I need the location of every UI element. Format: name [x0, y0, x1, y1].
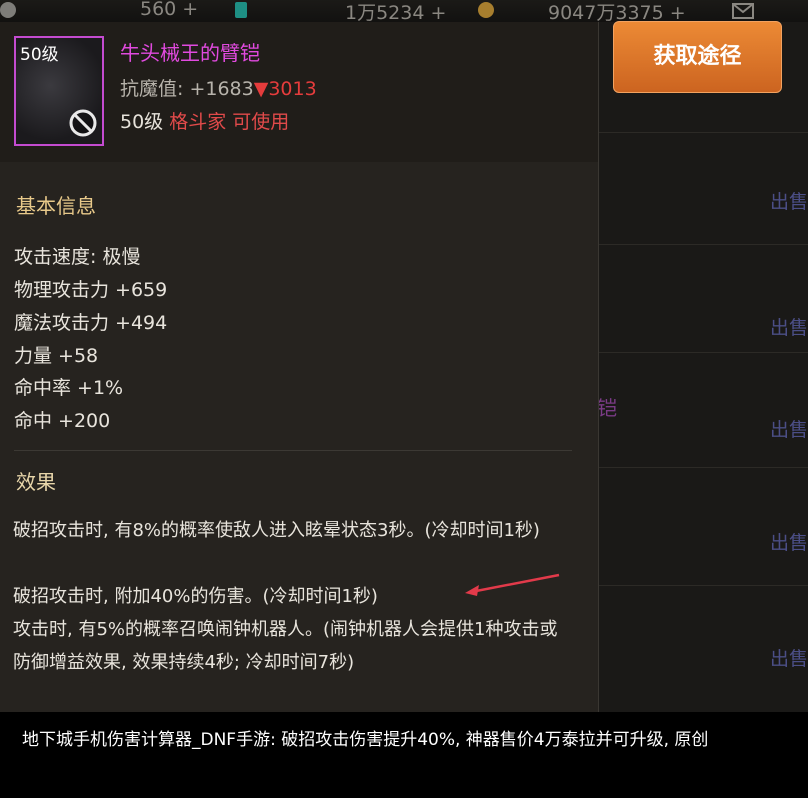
- gem-icon: [235, 1, 247, 18]
- add-currency-1-button[interactable]: +: [182, 0, 198, 20]
- sell-button[interactable]: 出售: [770, 313, 808, 340]
- list-item[interactable]: 出售: [590, 244, 808, 353]
- list-item[interactable]: 出售: [590, 585, 808, 706]
- section-divider: [14, 450, 572, 451]
- background-item-name-fragment: 铠: [597, 396, 617, 420]
- caption-bar: 地下城手机伤害计算器_DNF手游: 破招攻击伤害提升40%, 神器售价4万泰拉并…: [0, 712, 808, 798]
- list-item[interactable]: 出售: [590, 467, 808, 586]
- item-level-badge: 50级: [20, 45, 59, 65]
- currency-coin-slot: [0, 0, 22, 20]
- sell-button[interactable]: 出售: [770, 415, 808, 442]
- stat-hit: 命中 +200: [14, 410, 111, 432]
- sell-button[interactable]: 出售: [770, 187, 808, 214]
- item-header: 50级 牛头械王的臂铠 抗魔值: +1683▼3013 50级 格斗家 可使用: [0, 22, 598, 162]
- required-level: 50级: [120, 111, 164, 133]
- effects-title: 效果: [16, 470, 56, 494]
- resist-value: 抗魔值: +1683: [120, 78, 254, 100]
- required-class: 格斗家 可使用: [169, 111, 290, 133]
- currency-gold-slot: [478, 0, 500, 20]
- sell-button[interactable]: 出售: [770, 528, 808, 555]
- list-item[interactable]: 出售: [590, 352, 808, 468]
- currency-2-value: 1万5234: [345, 2, 425, 24]
- background-item-list: 出售 出售 出售 出售 出售: [590, 22, 808, 712]
- currency-gem-slot: [235, 0, 253, 20]
- caption-text: 地下城手机伤害计算器_DNF手游: 破招攻击伤害提升40%, 神器售价4万泰拉并…: [22, 730, 709, 750]
- sell-button[interactable]: 出售: [770, 644, 808, 671]
- coin-icon: [0, 1, 16, 18]
- gold-icon: [478, 1, 494, 18]
- list-item[interactable]: 出售: [590, 132, 808, 245]
- stat-attack-speed: 攻击速度: 极慢: [14, 246, 141, 268]
- annotation-arrow-icon: [465, 573, 560, 596]
- currency-1-value: 560: [140, 0, 177, 20]
- currency-1: 560 +: [140, 0, 198, 20]
- stat-hit-rate: 命中率 +1%: [14, 377, 124, 399]
- item-name: 牛头械王的臂铠: [120, 41, 260, 65]
- item-requirement: 50级 格斗家 可使用: [120, 107, 289, 134]
- basic-info-title: 基本信息: [16, 194, 96, 218]
- stat-strength: 力量 +58: [14, 345, 99, 367]
- item-detail-popup: 50级 牛头械王的臂铠 抗魔值: +1683▼3013 50级 格斗家 可使用 …: [0, 22, 599, 712]
- currency-bar: 560 + 1万5234 + 9047万3375 +: [0, 0, 808, 24]
- effect-line: 破招攻击时, 有8%的概率使敌人进入眩晕状态3秒。(冷却时间1秒): [13, 520, 540, 541]
- item-resist: 抗魔值: +1683▼3013: [120, 74, 317, 101]
- resist-compare-down: ▼3013: [253, 78, 317, 100]
- get-source-button[interactable]: 获取途径: [613, 21, 782, 93]
- item-icon: 50级: [14, 36, 104, 146]
- stat-physical-attack: 物理攻击力 +659: [14, 279, 168, 301]
- effect-line: 攻击时, 有5%的概率召唤闹钟机器人。(闹钟机器人会提供1种攻击或防御增益效果,…: [13, 619, 558, 673]
- stat-magic-attack: 魔法攻击力 +494: [14, 312, 168, 334]
- add-currency-2-button[interactable]: +: [430, 2, 446, 24]
- ban-icon: [69, 109, 97, 137]
